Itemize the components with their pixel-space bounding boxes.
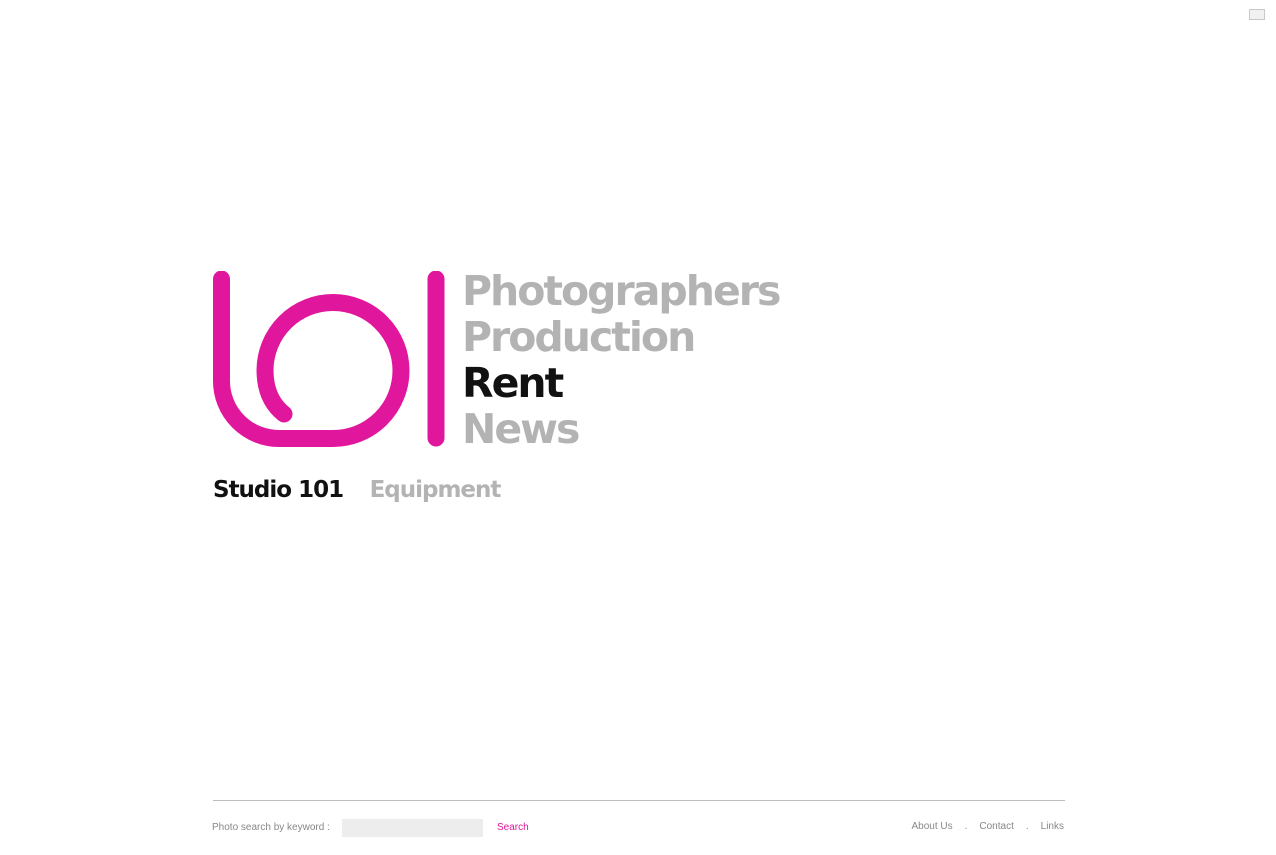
- window-control-icon[interactable]: [1249, 9, 1265, 20]
- main-nav: Photographers Production Rent News: [462, 268, 781, 452]
- search-input[interactable]: [342, 819, 483, 837]
- link-separator: .: [1025, 821, 1029, 832]
- link-separator: .: [964, 821, 968, 832]
- sub-nav: Studio 101 Equipment: [213, 474, 502, 506]
- about-us-link[interactable]: About Us: [911, 821, 952, 832]
- contact-link[interactable]: Contact: [979, 821, 1013, 832]
- page: Photographers Production Rent News Studi…: [0, 0, 1276, 855]
- footer-divider: [213, 800, 1065, 801]
- nav-news[interactable]: News: [462, 406, 779, 452]
- search-button[interactable]: Search: [497, 822, 529, 833]
- links-link[interactable]: Links: [1041, 821, 1064, 832]
- nav-photographers[interactable]: Photographers: [462, 268, 781, 314]
- search-label: Photo search by keyword :: [212, 822, 330, 833]
- nav-studio-101[interactable]: Studio 101: [213, 474, 344, 506]
- nav-equipment[interactable]: Equipment: [370, 474, 502, 506]
- nav-rent[interactable]: Rent: [462, 360, 779, 406]
- footer-links: About Us. Contact. Links: [911, 821, 1064, 832]
- nav-production[interactable]: Production: [462, 314, 779, 360]
- studio-101-logo-icon[interactable]: [213, 271, 446, 447]
